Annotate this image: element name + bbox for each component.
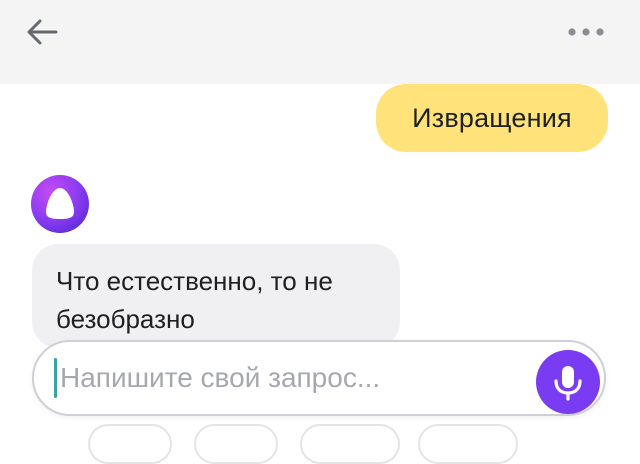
suggestion-chip[interactable] [418,424,518,464]
suggestion-chip[interactable] [300,424,400,464]
query-input[interactable] [60,352,500,404]
back-button[interactable] [22,12,66,52]
top-bar [0,0,640,84]
more-options-button[interactable] [562,18,618,46]
microphone-button[interactable] [536,350,600,414]
assistant-message-text: Что естественно, то не безобразно [56,266,333,334]
alice-logo-icon [31,175,89,233]
microphone-icon [554,366,582,401]
more-horizontal-icon [568,28,604,36]
arrow-left-icon [27,19,58,45]
text-caret [54,358,57,398]
user-message-text: Извращения [412,102,572,133]
suggestion-chip[interactable] [194,424,278,464]
suggestion-chip[interactable] [88,424,172,464]
assistant-avatar [30,174,90,234]
